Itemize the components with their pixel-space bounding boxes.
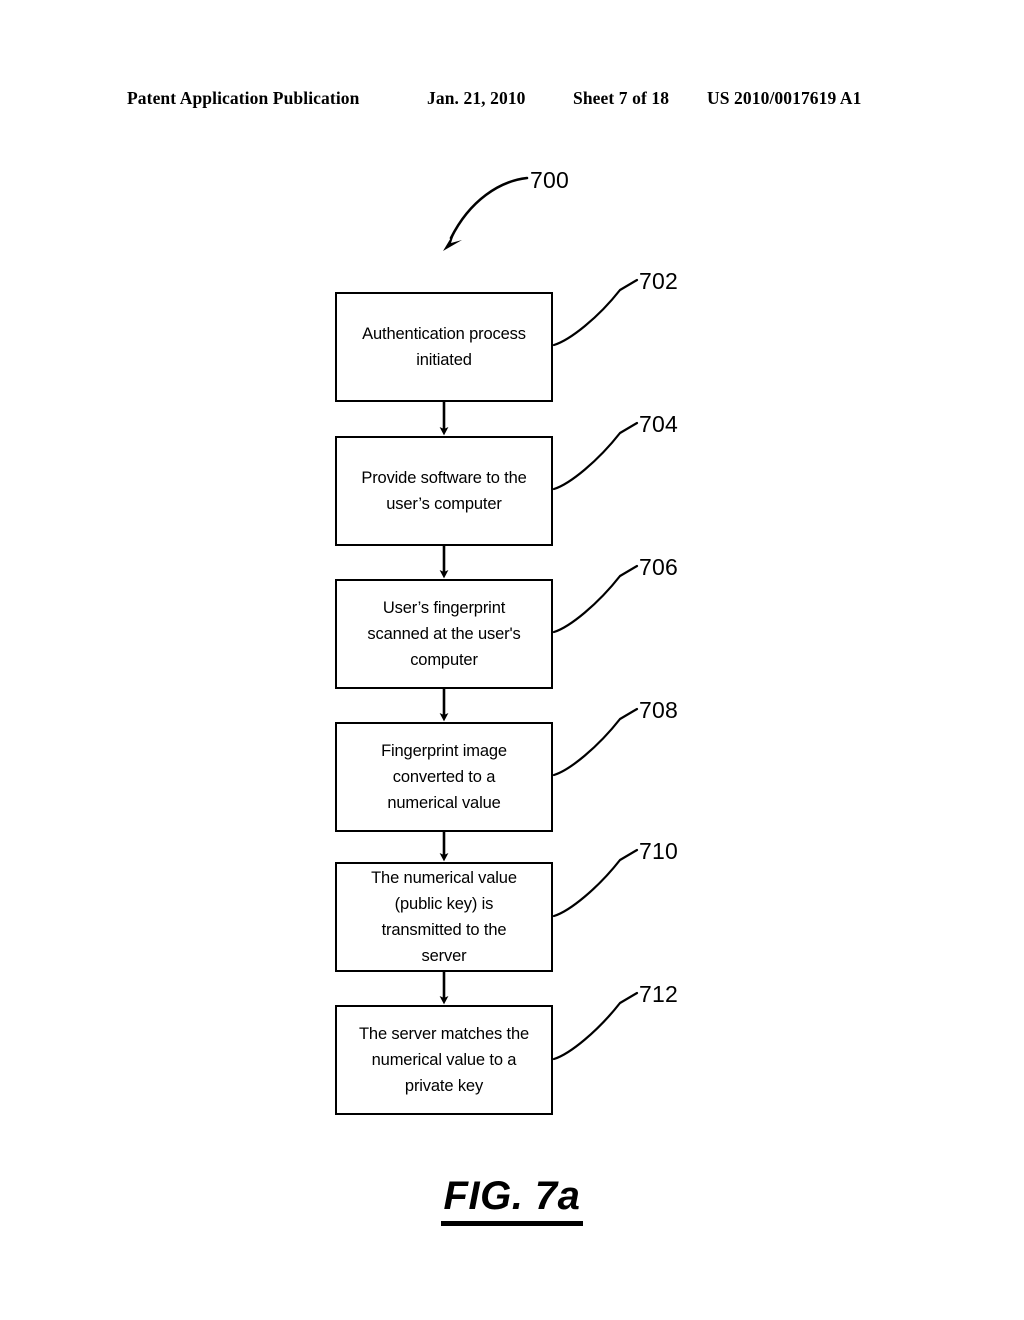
figure-caption: FIG. 7a	[0, 1174, 1024, 1226]
reference-numeral-700: 700	[530, 167, 569, 193]
leader-line-708	[552, 707, 639, 777]
flowchart-step-710: The numerical value (public key) is tran…	[335, 862, 553, 972]
reference-numeral-702: 702	[639, 268, 678, 294]
flowchart-step-708: Fingerprint image converted to a numeric…	[335, 722, 553, 832]
flowchart-step-702: Authentication process initiated	[335, 292, 553, 402]
leader-line-704	[552, 421, 639, 491]
flowchart-step-708-text: Fingerprint image converted to a numeric…	[381, 742, 507, 812]
flowchart-step-704-text: Provide software to the user’s computer	[361, 469, 527, 513]
reference-numeral-712: 712	[639, 981, 678, 1007]
reference-numeral-710: 710	[639, 838, 678, 864]
flowchart-step-710-text: The numerical value (public key) is tran…	[371, 869, 517, 965]
reference-numeral-704: 704	[639, 411, 678, 437]
figure-caption-text: FIG. 7a	[440, 1174, 584, 1226]
flowchart-step-712: The server matches the numerical value t…	[335, 1005, 553, 1115]
flowchart-step-702-text: Authentication process initiated	[362, 325, 526, 369]
diagram-reference-leader-700	[443, 176, 529, 251]
flowchart-step-712-text: The server matches the numerical value t…	[358, 1025, 530, 1095]
leader-line-706	[552, 564, 639, 634]
flowchart-step-706: User’s fingerprint scanned at the user's…	[335, 579, 553, 689]
reference-numeral-708: 708	[639, 697, 678, 723]
leader-line-702	[552, 278, 639, 347]
flowchart-step-706-text: User’s fingerprint scanned at the user's…	[367, 599, 521, 669]
leader-line-712	[552, 991, 639, 1061]
leader-line-710	[552, 848, 639, 918]
reference-numeral-706: 706	[639, 554, 678, 580]
flowchart-step-704: Provide software to the user’s computer	[335, 436, 553, 546]
